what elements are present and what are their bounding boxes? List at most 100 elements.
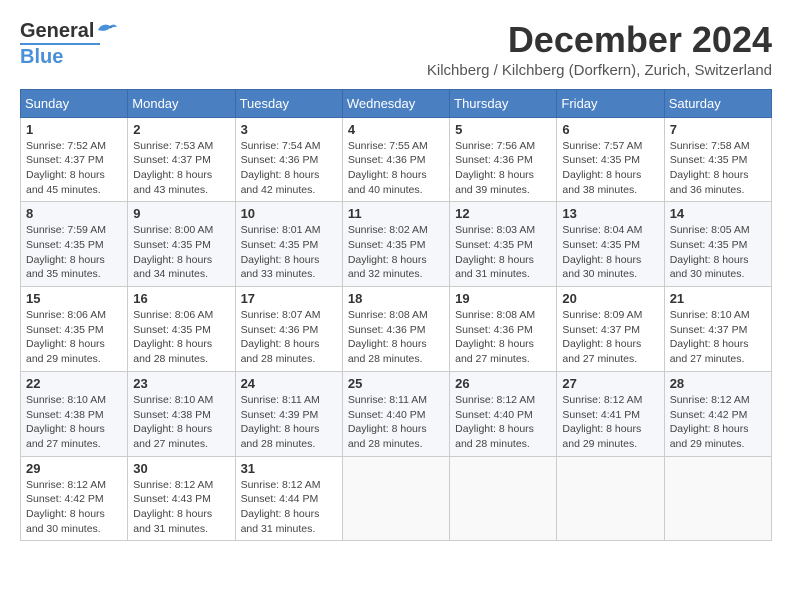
- sunrise-label: Sunrise: 7:55 AM: [348, 140, 428, 152]
- sunset-label: Sunset: 4:36 PM: [455, 154, 533, 166]
- sunrise-label: Sunrise: 8:12 AM: [670, 394, 750, 406]
- sunrise-label: Sunrise: 8:10 AM: [133, 394, 213, 406]
- sunrise-label: Sunrise: 8:06 AM: [26, 309, 106, 321]
- sunrise-label: Sunrise: 8:12 AM: [133, 479, 213, 491]
- sunset-label: Sunset: 4:35 PM: [26, 239, 104, 251]
- sunset-label: Sunset: 4:35 PM: [670, 239, 748, 251]
- day-info: Sunrise: 8:06 AM Sunset: 4:35 PM Dayligh…: [26, 308, 122, 367]
- sunrise-label: Sunrise: 8:02 AM: [348, 224, 428, 236]
- day-info: Sunrise: 8:12 AM Sunset: 4:44 PM Dayligh…: [241, 478, 337, 537]
- logo-general: General: [20, 20, 94, 43]
- title-section: December 2024 Kilchberg / Kilchberg (Dor…: [427, 20, 772, 79]
- day-number: 23: [133, 376, 229, 391]
- calendar-week-2: 8 Sunrise: 7:59 AM Sunset: 4:35 PM Dayli…: [21, 202, 772, 287]
- calendar-week-5: 29 Sunrise: 8:12 AM Sunset: 4:42 PM Dayl…: [21, 456, 772, 541]
- daylight-label: Daylight: 8 hours and 28 minutes.: [241, 423, 320, 450]
- empty-cell: [342, 456, 449, 541]
- day-number: 17: [241, 291, 337, 306]
- sunset-label: Sunset: 4:39 PM: [241, 409, 319, 421]
- sunrise-label: Sunrise: 8:12 AM: [455, 394, 535, 406]
- sunset-label: Sunset: 4:35 PM: [133, 324, 211, 336]
- day-info: Sunrise: 7:52 AM Sunset: 4:37 PM Dayligh…: [26, 139, 122, 198]
- sunset-label: Sunset: 4:37 PM: [670, 324, 748, 336]
- calendar-week-3: 15 Sunrise: 8:06 AM Sunset: 4:35 PM Dayl…: [21, 287, 772, 372]
- sunrise-label: Sunrise: 8:09 AM: [562, 309, 642, 321]
- day-number: 2: [133, 122, 229, 137]
- sunset-label: Sunset: 4:35 PM: [133, 239, 211, 251]
- sunset-label: Sunset: 4:42 PM: [26, 493, 104, 505]
- sunset-label: Sunset: 4:38 PM: [26, 409, 104, 421]
- day-info: Sunrise: 8:09 AM Sunset: 4:37 PM Dayligh…: [562, 308, 658, 367]
- sunset-label: Sunset: 4:36 PM: [241, 154, 319, 166]
- sunrise-label: Sunrise: 8:05 AM: [670, 224, 750, 236]
- day-info: Sunrise: 7:56 AM Sunset: 4:36 PM Dayligh…: [455, 139, 551, 198]
- sunset-label: Sunset: 4:35 PM: [26, 324, 104, 336]
- sunrise-label: Sunrise: 8:06 AM: [133, 309, 213, 321]
- calendar-day-30: 30 Sunrise: 8:12 AM Sunset: 4:43 PM Dayl…: [128, 456, 235, 541]
- sunset-label: Sunset: 4:38 PM: [133, 409, 211, 421]
- day-info: Sunrise: 8:12 AM Sunset: 4:43 PM Dayligh…: [133, 478, 229, 537]
- logo-bird-icon: [96, 22, 118, 38]
- day-info: Sunrise: 8:00 AM Sunset: 4:35 PM Dayligh…: [133, 223, 229, 282]
- calendar-day-31: 31 Sunrise: 8:12 AM Sunset: 4:44 PM Dayl…: [235, 456, 342, 541]
- sunset-label: Sunset: 4:36 PM: [455, 324, 533, 336]
- sunrise-label: Sunrise: 7:52 AM: [26, 140, 106, 152]
- day-info: Sunrise: 8:06 AM Sunset: 4:35 PM Dayligh…: [133, 308, 229, 367]
- calendar-day-17: 17 Sunrise: 8:07 AM Sunset: 4:36 PM Dayl…: [235, 287, 342, 372]
- daylight-label: Daylight: 8 hours and 45 minutes.: [26, 169, 105, 196]
- day-number: 28: [670, 376, 766, 391]
- sunrise-label: Sunrise: 8:08 AM: [455, 309, 535, 321]
- sunrise-label: Sunrise: 7:53 AM: [133, 140, 213, 152]
- sunset-label: Sunset: 4:37 PM: [26, 154, 104, 166]
- calendar-day-24: 24 Sunrise: 8:11 AM Sunset: 4:39 PM Dayl…: [235, 371, 342, 456]
- sunset-label: Sunset: 4:43 PM: [133, 493, 211, 505]
- calendar-day-12: 12 Sunrise: 8:03 AM Sunset: 4:35 PM Dayl…: [450, 202, 557, 287]
- calendar-day-28: 28 Sunrise: 8:12 AM Sunset: 4:42 PM Dayl…: [664, 371, 771, 456]
- sunrise-label: Sunrise: 8:08 AM: [348, 309, 428, 321]
- calendar-day-11: 11 Sunrise: 8:02 AM Sunset: 4:35 PM Dayl…: [342, 202, 449, 287]
- calendar-day-16: 16 Sunrise: 8:06 AM Sunset: 4:35 PM Dayl…: [128, 287, 235, 372]
- daylight-label: Daylight: 8 hours and 27 minutes.: [455, 338, 534, 365]
- calendar-day-23: 23 Sunrise: 8:10 AM Sunset: 4:38 PM Dayl…: [128, 371, 235, 456]
- day-number: 7: [670, 122, 766, 137]
- empty-cell: [557, 456, 664, 541]
- day-number: 13: [562, 206, 658, 221]
- day-number: 30: [133, 461, 229, 476]
- day-info: Sunrise: 8:10 AM Sunset: 4:38 PM Dayligh…: [133, 393, 229, 452]
- day-info: Sunrise: 7:57 AM Sunset: 4:35 PM Dayligh…: [562, 139, 658, 198]
- daylight-label: Daylight: 8 hours and 34 minutes.: [133, 254, 212, 281]
- calendar-day-3: 3 Sunrise: 7:54 AM Sunset: 4:36 PM Dayli…: [235, 117, 342, 202]
- day-info: Sunrise: 8:12 AM Sunset: 4:40 PM Dayligh…: [455, 393, 551, 452]
- daylight-label: Daylight: 8 hours and 40 minutes.: [348, 169, 427, 196]
- sunset-label: Sunset: 4:40 PM: [455, 409, 533, 421]
- day-number: 14: [670, 206, 766, 221]
- weekday-header-tuesday: Tuesday: [235, 89, 342, 117]
- calendar-day-7: 7 Sunrise: 7:58 AM Sunset: 4:35 PM Dayli…: [664, 117, 771, 202]
- day-info: Sunrise: 8:03 AM Sunset: 4:35 PM Dayligh…: [455, 223, 551, 282]
- day-number: 5: [455, 122, 551, 137]
- weekday-header-friday: Friday: [557, 89, 664, 117]
- calendar-day-20: 20 Sunrise: 8:09 AM Sunset: 4:37 PM Dayl…: [557, 287, 664, 372]
- sunrise-label: Sunrise: 8:00 AM: [133, 224, 213, 236]
- day-info: Sunrise: 8:12 AM Sunset: 4:42 PM Dayligh…: [26, 478, 122, 537]
- calendar-table: SundayMondayTuesdayWednesdayThursdayFrid…: [20, 89, 772, 542]
- sunset-label: Sunset: 4:35 PM: [348, 239, 426, 251]
- day-number: 19: [455, 291, 551, 306]
- daylight-label: Daylight: 8 hours and 39 minutes.: [455, 169, 534, 196]
- calendar-day-1: 1 Sunrise: 7:52 AM Sunset: 4:37 PM Dayli…: [21, 117, 128, 202]
- month-title: December 2024: [427, 20, 772, 60]
- calendar-day-21: 21 Sunrise: 8:10 AM Sunset: 4:37 PM Dayl…: [664, 287, 771, 372]
- sunrise-label: Sunrise: 8:04 AM: [562, 224, 642, 236]
- day-number: 25: [348, 376, 444, 391]
- daylight-label: Daylight: 8 hours and 28 minutes.: [348, 423, 427, 450]
- sunrise-label: Sunrise: 8:03 AM: [455, 224, 535, 236]
- daylight-label: Daylight: 8 hours and 27 minutes.: [26, 423, 105, 450]
- day-number: 24: [241, 376, 337, 391]
- calendar-day-18: 18 Sunrise: 8:08 AM Sunset: 4:36 PM Dayl…: [342, 287, 449, 372]
- day-number: 6: [562, 122, 658, 137]
- day-number: 8: [26, 206, 122, 221]
- calendar-day-8: 8 Sunrise: 7:59 AM Sunset: 4:35 PM Dayli…: [21, 202, 128, 287]
- day-number: 16: [133, 291, 229, 306]
- empty-cell: [450, 456, 557, 541]
- calendar-day-13: 13 Sunrise: 8:04 AM Sunset: 4:35 PM Dayl…: [557, 202, 664, 287]
